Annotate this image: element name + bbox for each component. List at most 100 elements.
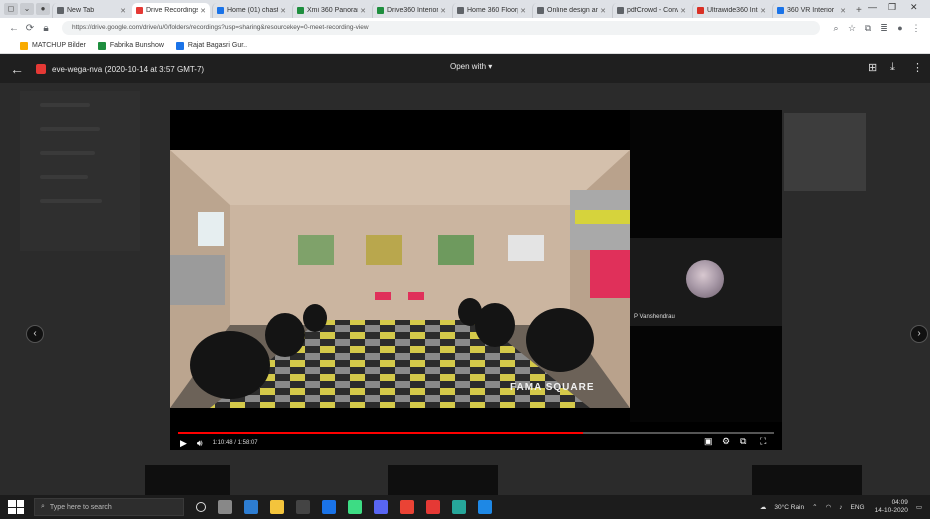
clock[interactable]: 04:09 14-10-2020 (875, 499, 908, 515)
background-line (40, 199, 102, 203)
weather-text: 30°C Rain (774, 503, 805, 511)
download-icon[interactable]: ⤓ (890, 61, 895, 74)
notification-icon[interactable]: ▭ (916, 503, 922, 511)
tab-title: 360 VR Interior (787, 7, 835, 14)
next-file-icon[interactable]: › (910, 325, 928, 343)
tab-strip: ◻ ⌄ ● New Tab ✕ Drive Recordings ✕ Home (01)… (0, 0, 930, 18)
browser-tab[interactable]: 360 VR Interior ✕ (772, 3, 850, 18)
account-icon[interactable]: ● (892, 23, 908, 33)
lock-icon[interactable]: 🔒︎ (38, 23, 54, 34)
play-icon[interactable]: ▶ (180, 438, 187, 449)
tab-title: Drive360 Interior (387, 7, 439, 14)
store-icon[interactable] (296, 500, 310, 514)
search-icon: ⌕ (41, 503, 45, 510)
captions-icon[interactable]: ▣ (704, 436, 713, 447)
bookmark-item[interactable]: Fabrika Bunshow (97, 41, 164, 50)
tray-chevron-icon[interactable]: ⌃ (812, 503, 817, 511)
viewer-header: ← eve-wega-nva (2020-10-14 at 3:57 GMT-7… (0, 55, 930, 83)
tab-favicon-icon (777, 7, 784, 14)
meeting-shared-screen: FAMA SQUARE (170, 150, 630, 408)
app-icon-teal[interactable] (452, 500, 466, 514)
clock-date: 14-10-2020 (874, 507, 908, 514)
address-bar[interactable]: https://drive.google.com/drive/u/0/folde… (62, 21, 820, 35)
weather-icon[interactable]: ☁ (760, 503, 767, 511)
fullscreen-icon[interactable]: ⛶ (760, 436, 766, 447)
browser-tab[interactable]: Home 360 Floorplan✕ (452, 3, 530, 18)
bookmark-favicon-icon (175, 41, 184, 50)
edge-icon[interactable] (244, 500, 258, 514)
previous-file-icon[interactable]: ‹ (26, 325, 44, 343)
chrome-icon[interactable] (400, 500, 414, 514)
tab-close-icon[interactable]: ✕ (200, 7, 206, 15)
tab-close-icon[interactable]: ✕ (760, 7, 766, 15)
network-icon[interactable]: ◠ (826, 503, 832, 511)
app-icon-blue[interactable] (478, 500, 492, 514)
tab-close-icon[interactable]: ✕ (840, 7, 846, 15)
tab-close-icon[interactable]: ✕ (120, 7, 126, 15)
minimize-icon[interactable]: — (868, 2, 877, 12)
volume-tray-icon[interactable]: ♪ (839, 504, 842, 511)
browser-tab[interactable]: Xmi 360 Panorama✕ (292, 3, 370, 18)
tab-title: Home 360 Floorplan (467, 7, 518, 14)
background-line (40, 127, 100, 131)
app-icon-red[interactable] (426, 500, 440, 514)
bookmark-item[interactable]: Rajat Bagasri Gur.. (175, 41, 247, 50)
background-thumbnail (784, 113, 866, 191)
maximize-icon[interactable]: ❐ (888, 2, 896, 13)
window-menu-icon[interactable]: ◻ (4, 3, 18, 15)
player-controls: ▶ 🔊︎ 1:10:48 / 1:58:07 ▣ ⚙ ⧉ ⛶ (170, 436, 782, 450)
back-icon[interactable]: ← (6, 23, 22, 34)
progress-bar[interactable] (178, 432, 774, 434)
reload-icon[interactable]: ⟳ (22, 23, 38, 34)
close-window-icon[interactable]: ✕ (910, 2, 918, 13)
bookmark-favicon-icon (97, 41, 106, 50)
browser-tab[interactable]: pdfCrowd - Conv ✕ (612, 3, 690, 18)
bookmark-star-icon[interactable]: ☆ (844, 23, 860, 34)
browser-tab[interactable]: Ultrawide360 Inte ✕ (692, 3, 770, 18)
browser-tab[interactable]: New Tab ✕ (52, 3, 130, 18)
tab-search-icon[interactable]: ⌄ (20, 3, 34, 15)
zoom-icon[interactable]: ⌕ (828, 23, 844, 34)
windows-taskbar: ⌕ Type here to search ☁ 30°C Rain ⌃ ◠ ♪ … (0, 495, 930, 519)
cortana-icon[interactable] (196, 502, 206, 512)
task-view-icon[interactable] (218, 500, 232, 514)
tab-close-icon[interactable]: ✕ (600, 7, 606, 15)
browser-tab[interactable]: Online design and ✕ (532, 3, 610, 18)
tab-close-icon[interactable]: ✕ (280, 7, 286, 15)
extensions-icon[interactable]: ⧉ (860, 23, 876, 34)
browser-tab[interactable]: Home (01) chaster✕ (212, 3, 290, 18)
chrome-menu-icon[interactable]: ⋮ (908, 23, 924, 34)
mail-icon[interactable] (322, 500, 336, 514)
tab-close-icon[interactable]: ✕ (360, 7, 366, 15)
vscode-icon[interactable] (374, 500, 388, 514)
tab-favicon-icon (217, 7, 224, 14)
new-tab-icon[interactable]: + (856, 5, 862, 16)
profile-icon[interactable]: ● (36, 3, 50, 15)
browser-tab[interactable]: Drive Recordings ✕ (132, 3, 210, 18)
background-line (40, 103, 90, 107)
bookmark-item[interactable]: MATCHUP Bilder (20, 41, 86, 50)
taskbar-search-box[interactable]: ⌕ Type here to search (34, 498, 184, 516)
settings-icon[interactable]: ⚙ (722, 436, 730, 447)
more-vert-icon[interactable]: ⋮ (912, 61, 923, 74)
miniplayer-icon[interactable]: ⧉ (740, 436, 746, 447)
language-indicator[interactable]: ENG (851, 504, 865, 511)
tab-close-icon[interactable]: ✕ (520, 7, 526, 15)
back-arrow-icon[interactable]: ← (10, 61, 26, 77)
background-line (40, 151, 95, 155)
volume-icon[interactable]: 🔊︎ (197, 438, 203, 449)
progress-fill (178, 432, 584, 434)
browser-tab[interactable]: Drive360 Interior ✕ (372, 3, 450, 18)
tab-close-icon[interactable]: ✕ (680, 7, 686, 15)
file-explorer-icon[interactable] (270, 500, 284, 514)
browser-toolbar: ← ⟳ 🔒︎ https://drive.google.com/drive/u/… (0, 18, 930, 38)
tab-close-icon[interactable]: ✕ (440, 7, 446, 15)
app-icon[interactable] (348, 500, 362, 514)
open-with-button[interactable]: Open with ▾ (450, 62, 492, 71)
reading-list-icon[interactable]: ≣ (876, 23, 892, 34)
search-placeholder: Type here to search (49, 503, 112, 511)
video-player[interactable]: FAMA SQUARE P Vanshendrau ▶ 🔊︎ 1:10:48 /… (170, 110, 782, 450)
windows-start-icon[interactable] (8, 500, 24, 514)
add-to-drive-icon[interactable]: ⊞ (868, 61, 877, 74)
avatar (686, 260, 724, 298)
